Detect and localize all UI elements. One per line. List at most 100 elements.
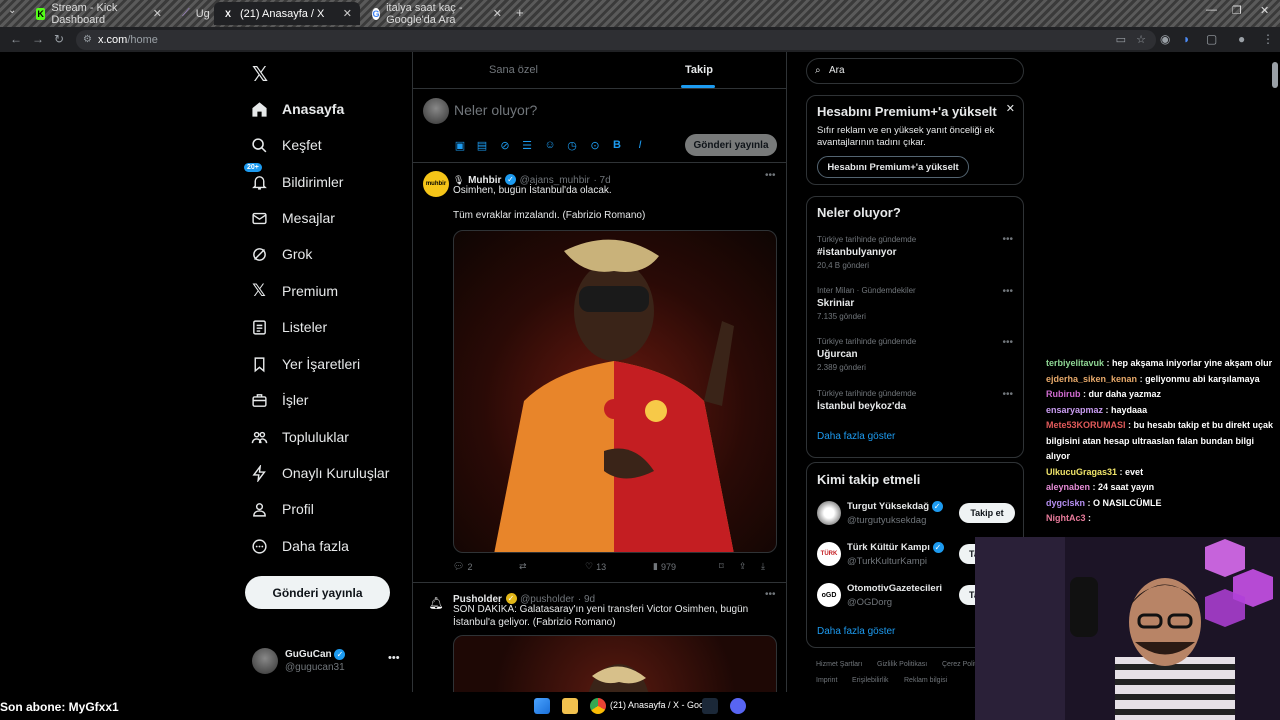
profile-avatar-icon[interactable]: ● <box>1238 32 1245 46</box>
gif-icon[interactable]: ▤ <box>476 139 488 152</box>
suggested-user-name[interactable]: Turgut Yüksekdağ <box>847 501 929 512</box>
nav-lists[interactable]: Listeler <box>250 316 327 338</box>
chrome-icon[interactable] <box>590 698 606 714</box>
suggested-user-name[interactable]: OtomotivGazetecileri <box>847 583 942 594</box>
chat-username[interactable]: Mete53KORUMASI <box>1046 420 1126 430</box>
schedule-icon[interactable]: ◷ <box>566 139 578 152</box>
compose-input[interactable]: Neler oluyor? <box>454 102 537 118</box>
emoji-icon[interactable]: ☺ <box>544 139 556 151</box>
tab-for-you[interactable]: Sana özel <box>489 64 538 76</box>
more-icon[interactable]: ••• <box>388 652 400 664</box>
browser-tab-kick[interactable]: K Stream - Kick Dashboard ✕ <box>28 2 170 26</box>
nav-communities[interactable]: Topluluklar <box>250 426 349 448</box>
site-info-icon[interactable]: ⚙ <box>83 30 92 50</box>
share-icon[interactable]: ⇪ <box>739 561 747 572</box>
reply-action[interactable]: 💬︎ 2 <box>453 561 472 572</box>
browser-menu-icon[interactable]: ⋮ <box>1262 32 1274 46</box>
location-icon[interactable]: ⊙ <box>589 139 601 152</box>
nav-premium[interactable]: 𝕏 Premium <box>250 280 338 302</box>
follow-button[interactable]: Takip et <box>959 503 1015 523</box>
footer-link[interactable]: Hizmet Şartları <box>816 661 862 668</box>
nav-grok[interactable]: Grok <box>250 243 312 265</box>
poll-icon[interactable]: ☰ <box>521 139 533 152</box>
nav-more[interactable]: Daha fazla <box>250 535 349 557</box>
chat-username[interactable]: terbiyelitavuk <box>1046 358 1104 368</box>
footer-link[interactable]: Erişilebilirlik <box>852 677 889 684</box>
nav-jobs[interactable]: İşler <box>250 389 308 411</box>
taskbar-active-window[interactable]: (21) Anasayfa / X - Goog <box>610 700 709 710</box>
more-icon[interactable]: ••• <box>765 170 776 181</box>
close-window-icon[interactable]: ✕ <box>1260 4 1269 17</box>
reload-icon[interactable]: ↻ <box>54 32 64 46</box>
tab-search-icon[interactable]: ⌄ <box>8 5 16 16</box>
tweet-image[interactable] <box>453 635 777 692</box>
browser-tab-google[interactable]: G italya saat kaç - Google'da Ara ✕ <box>364 2 510 26</box>
show-more-link[interactable]: Daha fazla göster <box>817 431 895 442</box>
discord-icon[interactable] <box>730 698 746 714</box>
file-explorer-icon[interactable] <box>562 698 578 714</box>
suggested-user-name[interactable]: Türk Kültür Kampı <box>847 542 930 553</box>
extensions-puzzle-icon[interactable]: ▢ <box>1206 32 1217 46</box>
chat-username[interactable]: Rubirub <box>1046 389 1081 399</box>
browser-tab-ug[interactable]: ⟋ Ug <box>174 2 214 25</box>
footer-link[interactable]: Gizlilik Politikası <box>877 661 927 668</box>
back-icon[interactable]: ← <box>10 32 22 46</box>
extension-icon[interactable]: ◗ <box>1183 32 1190 46</box>
extension-icon[interactable]: ◉ <box>1160 32 1170 46</box>
italic-icon[interactable]: I <box>634 139 646 151</box>
account-switcher[interactable]: GuGuCan ✓ @gugucan31 ••• <box>252 648 412 680</box>
nav-verified-orgs[interactable]: Onaylı Kuruluşlar <box>250 462 389 484</box>
views-action[interactable]: ▮ 979 <box>653 561 676 572</box>
trend-item[interactable]: #istanbulyanıyor <box>817 247 896 258</box>
nav-bookmarks[interactable]: Yer İşaretleri <box>250 353 360 375</box>
cast-icon[interactable]: ▭ <box>1116 30 1126 50</box>
more-icon[interactable]: ••• <box>765 589 776 600</box>
x-logo-icon[interactable]: 𝕏 <box>252 62 268 87</box>
scrollbar-thumb[interactable] <box>1272 62 1278 88</box>
browser-tab-x[interactable]: X (21) Anasayfa / X ✕ <box>214 2 360 25</box>
windows-start-icon[interactable] <box>534 698 550 714</box>
premium-upgrade-button[interactable]: Hesabını Premium+'a yükselt <box>817 156 969 178</box>
post-button[interactable]: Gönderi yayınla <box>245 576 390 609</box>
footer-link[interactable]: Imprint <box>816 677 837 684</box>
new-tab-icon[interactable]: + <box>516 5 524 20</box>
bold-icon[interactable]: B <box>611 139 623 151</box>
repost-action[interactable]: ⇄ <box>519 561 527 572</box>
close-icon[interactable]: ✕ <box>1006 102 1015 115</box>
chat-username[interactable]: UlkucuGragas31 <box>1046 467 1117 477</box>
show-more-link[interactable]: Daha fazla göster <box>817 626 895 637</box>
nav-home[interactable]: Anasayfa <box>250 98 344 120</box>
like-action[interactable]: ♡ 13 <box>585 561 606 572</box>
chat-username[interactable]: aleynaben <box>1046 482 1090 492</box>
download-icon[interactable]: ⤓ <box>761 561 765 572</box>
nav-explore[interactable]: Keşfet <box>250 134 322 156</box>
forward-icon[interactable]: → <box>32 32 44 46</box>
more-icon[interactable]: ••• <box>1002 337 1013 348</box>
trend-item[interactable]: İstanbul beykoz'da <box>817 401 906 412</box>
trend-item[interactable]: Uğurcan <box>817 349 858 360</box>
tweet-image[interactable] <box>453 230 777 553</box>
bookmark-star-icon[interactable]: ☆ <box>1136 30 1146 50</box>
maximize-icon[interactable]: ❐ <box>1232 4 1242 17</box>
more-icon[interactable]: ••• <box>1002 389 1013 400</box>
close-tab-icon[interactable]: ✕ <box>343 7 352 20</box>
nav-notifications[interactable]: 20+ Bildirimler <box>244 163 343 193</box>
media-icon[interactable]: ▣ <box>454 139 466 152</box>
more-icon[interactable]: ••• <box>1002 234 1013 245</box>
search-input[interactable]: ⌕ Ara <box>806 58 1024 84</box>
compose-post-button[interactable]: Gönderi yayınla <box>685 134 777 156</box>
url-field[interactable]: ⚙ x.com/home ▭ ☆ <box>76 30 1156 50</box>
nav-profile[interactable]: Profil <box>250 498 314 520</box>
close-tab-icon[interactable]: ✕ <box>493 7 502 20</box>
steam-icon[interactable] <box>702 698 718 714</box>
footer-link[interactable]: Reklam bilgisi <box>904 677 947 684</box>
minimize-icon[interactable]: — <box>1206 4 1217 16</box>
close-tab-icon[interactable]: ✕ <box>153 7 162 20</box>
chat-username[interactable]: ejderha_siken_kenan <box>1046 374 1137 384</box>
chat-username[interactable]: ensaryapmaz <box>1046 405 1103 415</box>
chat-username[interactable]: dygclskn <box>1046 498 1085 508</box>
more-icon[interactable]: ••• <box>1002 286 1013 297</box>
trend-item[interactable]: Skriniar <box>817 298 854 309</box>
footer-link[interactable]: Çerez Polit <box>942 661 976 668</box>
grok-tool-icon[interactable]: ⊘ <box>499 139 511 152</box>
